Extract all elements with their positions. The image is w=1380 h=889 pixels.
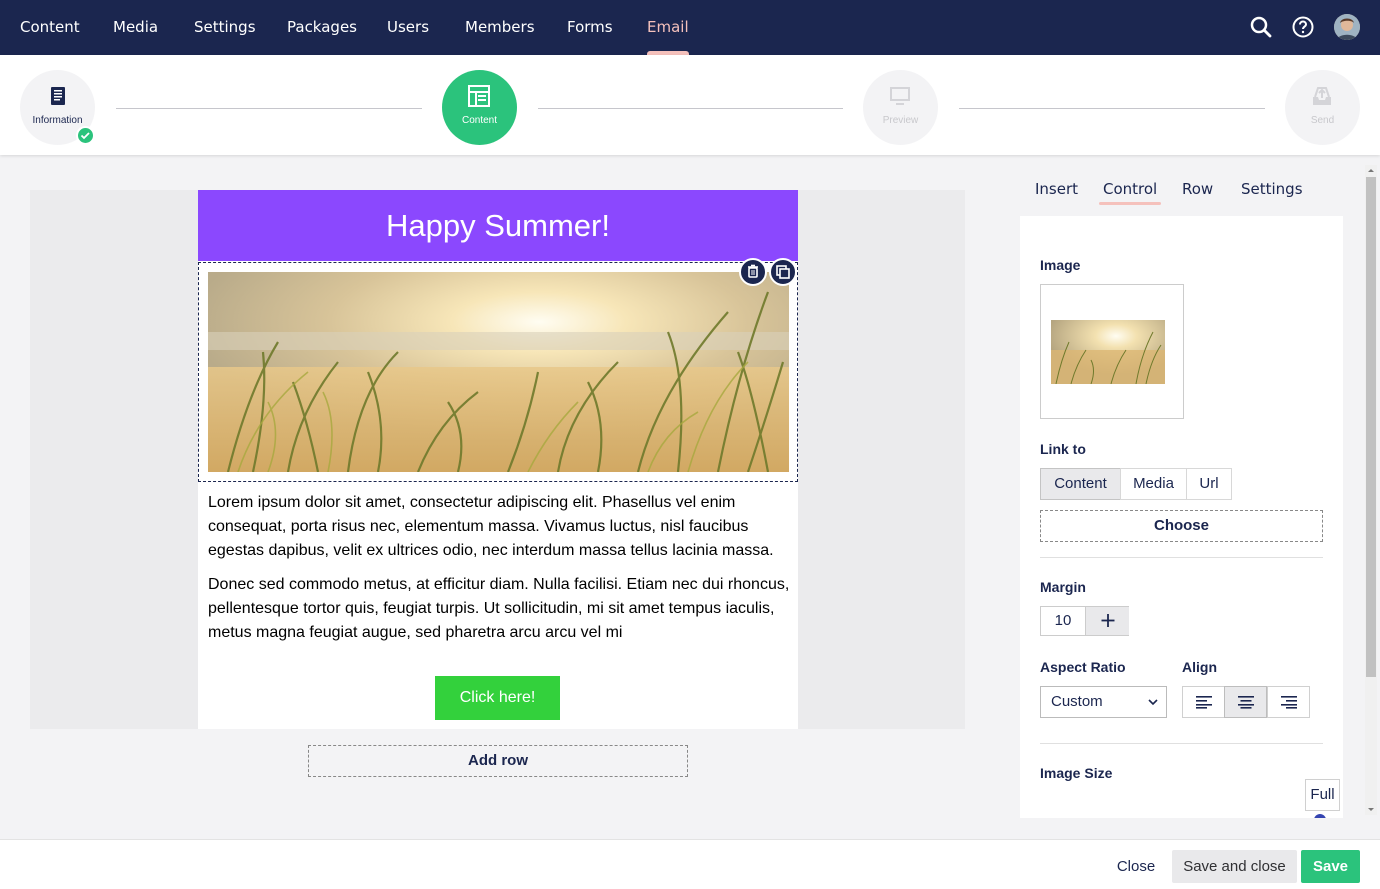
link-url-option[interactable]: Url [1186,468,1232,500]
nav-media[interactable]: Media [113,0,158,55]
help-icon[interactable] [1291,15,1315,39]
monitor-icon [890,87,910,105]
aspect-ratio-label: Aspect Ratio [1040,659,1126,675]
delete-block-button[interactable] [739,258,767,286]
email-body: Happy Summer! Lorem ipsum dolor sit amet… [198,190,798,729]
link-content-option[interactable]: Content [1040,468,1121,500]
step-label: Content [461,115,498,126]
upload-tray-icon [1313,87,1331,105]
nav-members[interactable]: Members [465,0,535,55]
image-label: Image [1040,257,1081,273]
add-row-button[interactable]: Add row [308,745,688,777]
step-preview[interactable]: Preview [863,70,938,145]
close-button[interactable]: Close [1110,850,1162,883]
top-navigation: Content Media Settings Packages Users Me… [0,0,1380,55]
aspect-ratio-value: Custom [1051,693,1103,710]
workflow-stepper: Information Content Preview Send [0,55,1380,155]
full-size-button[interactable]: Full [1305,779,1340,811]
slider-handle[interactable] [1314,814,1326,818]
panel-scrollbar[interactable] [1365,165,1377,815]
scroll-up-icon[interactable] [1365,165,1377,175]
step-connector [538,108,843,109]
control-panel: Image Link to Content Media Url Choose M… [1020,216,1343,818]
layout-icon [468,85,490,107]
cta-button[interactable]: Click here! [435,676,560,720]
duplicate-block-button[interactable] [769,258,797,286]
step-connector [116,108,422,109]
image-size-label: Image Size [1040,765,1113,781]
avatar[interactable] [1334,14,1360,40]
image-picker[interactable] [1040,284,1184,419]
align-right-button[interactable] [1267,686,1310,718]
nav-packages[interactable]: Packages [287,0,357,55]
check-icon [76,126,95,145]
footer-bar: Close Save and close Save [0,839,1380,889]
body-paragraph[interactable]: Lorem ipsum dolor sit amet, consectetur … [208,491,793,563]
tab-settings[interactable]: Settings [1241,180,1303,198]
image-thumbnail [1051,320,1165,384]
nav-forms[interactable]: Forms [567,0,613,55]
align-left-icon [1196,696,1212,709]
step-content[interactable]: Content [442,70,517,145]
scrollbar-thumb[interactable] [1366,177,1376,677]
copy-icon [776,265,790,279]
margin-label: Margin [1040,579,1086,595]
choose-link-button[interactable]: Choose [1040,510,1323,542]
step-connector [959,108,1265,109]
nav-email[interactable]: Email [647,0,689,55]
tab-row[interactable]: Row [1182,180,1213,198]
nav-users[interactable]: Users [387,0,429,55]
step-information[interactable]: Information [20,70,95,145]
save-and-close-button[interactable]: Save and close [1172,850,1297,883]
align-center-icon [1238,696,1254,709]
divider [1040,743,1323,744]
step-label: Send [1310,115,1335,126]
align-center-button[interactable] [1224,686,1267,718]
search-icon[interactable] [1249,15,1273,39]
aspect-ratio-select[interactable]: Custom [1040,686,1167,718]
margin-value[interactable]: 10 [1041,607,1085,635]
align-label: Align [1182,659,1217,675]
margin-expand-button[interactable] [1085,607,1129,635]
document-icon [51,87,65,105]
nav-settings[interactable]: Settings [194,0,256,55]
step-label: Preview [882,115,919,126]
step-send[interactable]: Send [1285,70,1360,145]
email-header[interactable]: Happy Summer! [198,190,798,261]
link-media-option[interactable]: Media [1120,468,1187,500]
trash-icon [748,264,758,278]
nav-content[interactable]: Content [20,0,80,55]
align-right-icon [1281,696,1297,709]
align-left-button[interactable] [1182,686,1225,718]
body-paragraph[interactable]: Donec sed commodo metus, at efficitur di… [208,573,793,645]
move-arrows-icon [1101,614,1115,627]
step-label: Information [32,115,83,126]
divider [1040,557,1323,558]
summer-beach-image[interactable] [208,272,789,472]
chevron-down-icon [1148,699,1158,706]
link-to-label: Link to [1040,441,1086,457]
tab-insert[interactable]: Insert [1035,180,1078,198]
margin-input[interactable]: 10 [1040,606,1129,636]
scroll-down-icon[interactable] [1365,805,1377,815]
save-button[interactable]: Save [1301,850,1360,883]
image-block-selected[interactable] [198,258,798,482]
tab-control[interactable]: Control [1098,180,1162,205]
